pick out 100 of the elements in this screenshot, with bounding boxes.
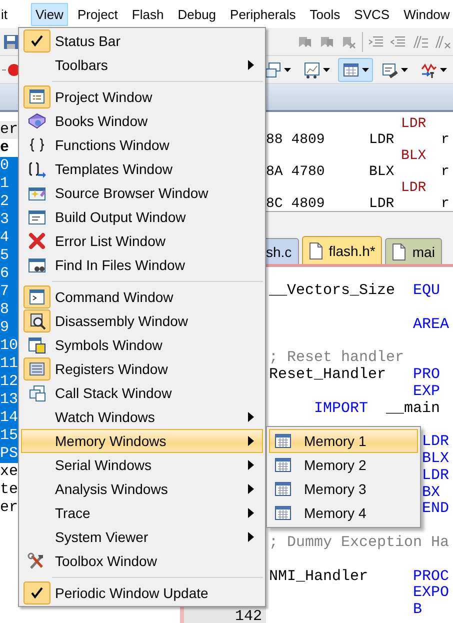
menu-item[interactable]: Serial Windows (21, 453, 263, 477)
list-row[interactable]: PS (0, 445, 18, 463)
list-row[interactable]: 10 (0, 337, 18, 355)
code-keyword: AREA (413, 316, 450, 334)
opcode-text: 8A 4780 (266, 164, 326, 180)
menu-item[interactable]: Peripherals (225, 2, 301, 26)
list-row[interactable]: 15 (0, 427, 18, 445)
mnemonic-text: BLX (369, 164, 396, 180)
submenu-arrow-icon (248, 532, 254, 542)
menu-item[interactable]: it (0, 2, 12, 26)
list-row[interactable]: 12 (0, 373, 18, 391)
list-row[interactable]: 6 (0, 265, 18, 283)
column-header: er (0, 121, 18, 139)
menu-item[interactable]: Build Output Window (21, 205, 263, 229)
code-symbol: __main (386, 400, 440, 418)
submenu-arrow-icon (248, 412, 254, 422)
code-keyword: EXP (413, 384, 440, 401)
file-tab[interactable]: mai (385, 238, 442, 264)
chart-icon (303, 60, 321, 78)
menu-item[interactable]: Debug (172, 2, 222, 26)
menu-item[interactable]: Tools (304, 2, 346, 26)
list-row[interactable]: xe (0, 463, 18, 481)
list-row[interactable]: 3 (0, 211, 18, 229)
line-number: 142 (234, 610, 262, 623)
caret-icon (323, 68, 330, 72)
operand-text: r (441, 132, 450, 148)
submenu-arrow-icon (248, 484, 254, 494)
list-row[interactable]: 13 (0, 391, 18, 409)
menu-item[interactable]: Analysis Windows (21, 477, 263, 501)
file-tab[interactable]: flash.h* (302, 236, 382, 264)
menu-item[interactable]: Find In Files Window (21, 253, 263, 277)
toolbar-button[interactable] (338, 58, 373, 82)
code-keyword: BLX (422, 450, 450, 468)
list-row[interactable]: er (0, 499, 18, 517)
list-row[interactable]: te (0, 481, 18, 499)
code-keyword: EQU (413, 283, 440, 300)
list-row[interactable]: 2 (0, 193, 18, 211)
file-icon (392, 242, 406, 260)
caret-icon (284, 68, 291, 72)
menu-item[interactable]: Symbols Window (21, 333, 263, 357)
list-row[interactable]: 9 (0, 319, 18, 337)
save-icon[interactable] (2, 32, 20, 50)
menu-item[interactable]: Project (72, 2, 123, 26)
menu-item[interactable]: Window (398, 2, 453, 26)
caret-icon (440, 68, 447, 72)
submenu-arrow-icon (248, 508, 254, 518)
operand-text: r (441, 196, 450, 212)
list-row[interactable]: 4 (0, 229, 18, 247)
menu-item[interactable]: Templates Window (21, 157, 263, 181)
list-row[interactable]: 5 (0, 247, 18, 265)
grid-icon (342, 60, 360, 78)
menu-item[interactable]: Toolbars (21, 53, 263, 77)
menu-item[interactable]: Watch Windows (21, 405, 263, 429)
menu-item[interactable]: Memory Windows (21, 429, 263, 453)
grid-icon (275, 506, 291, 520)
code-keyword: IMPORT (314, 400, 368, 418)
menu-item[interactable]: Call Stack Window (21, 381, 263, 405)
code-keyword: LDR (422, 468, 450, 485)
menu-item[interactable]: Disassembly Window (21, 309, 263, 333)
menu-item[interactable]: Registers Window (21, 357, 263, 381)
menu-item[interactable]: Functions Window (21, 133, 263, 157)
operand-text: r (441, 164, 450, 180)
code-comment: ; Reset handler (269, 350, 404, 367)
list-row[interactable]: 14 (0, 409, 18, 427)
grid-icon (275, 434, 291, 448)
submenu-arrow-icon (248, 60, 254, 70)
source-line: LDR (401, 116, 426, 132)
code-keyword: LDR (422, 434, 450, 451)
submenu-arrow-icon (248, 436, 254, 446)
code-label: NMI_Handler (269, 568, 368, 586)
grid-icon (275, 458, 291, 472)
menu-item[interactable]: System Viewer (21, 525, 263, 549)
menu-item[interactable]: SVCS (349, 2, 395, 26)
menu-item[interactable]: Flash (126, 2, 169, 26)
menu-item[interactable]: View (30, 2, 68, 26)
list-row[interactable]: 8 (0, 301, 18, 319)
menu-item[interactable]: Source Browser Window (21, 181, 263, 205)
menu-item[interactable]: Command Window (21, 285, 263, 309)
source-line: LDR (401, 180, 426, 196)
code-keyword: END (422, 501, 450, 518)
list-row[interactable]: 1 (0, 175, 18, 193)
list-row[interactable]: 11 (0, 355, 18, 373)
menu-item[interactable]: Memory 1 (269, 429, 418, 453)
opcode-text: 88 4809 (266, 132, 326, 148)
file-tab[interactable]: sh.c (266, 238, 299, 264)
menu-item[interactable]: Periodic Window Update (21, 581, 263, 605)
code-comment: ; Dummy Exception Ha (269, 534, 450, 552)
code-label: __Vectors_Size (269, 283, 396, 300)
menu-item[interactable]: Trace (21, 501, 263, 525)
menu-item[interactable]: Memory 2 (269, 453, 418, 477)
mnemonic-text: LDR (369, 196, 396, 212)
menu-item[interactable]: Books Window (21, 109, 263, 133)
menu-item[interactable]: Memory 3 (269, 477, 418, 501)
menu-item[interactable]: Toolbox Window (21, 549, 263, 573)
list-row[interactable]: 0 (0, 157, 18, 175)
menu-item[interactable]: Memory 4 (269, 501, 418, 525)
source-line: BLX (401, 148, 426, 164)
edit-icon (381, 60, 399, 78)
menu-item[interactable]: Error List Window (21, 229, 263, 253)
list-row[interactable]: 7 (0, 283, 18, 301)
